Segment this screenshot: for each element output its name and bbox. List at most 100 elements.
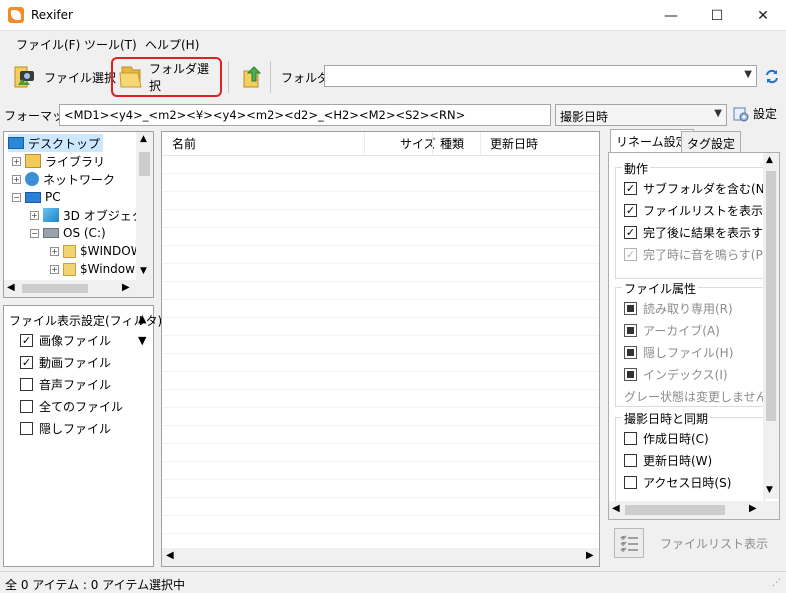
- option-show-file-list[interactable]: ファイルリストを表示する(F: [624, 202, 779, 219]
- toolbar-separator: [270, 61, 271, 93]
- checkbox[interactable]: [624, 182, 637, 195]
- option-include-subfolders[interactable]: サブフォルダを含む(N): [624, 180, 769, 197]
- checkbox[interactable]: [20, 334, 33, 347]
- refresh-icon[interactable]: [764, 67, 780, 85]
- file-list-display-label: ファイルリスト表示: [660, 536, 769, 551]
- menu-tools[interactable]: ツール(T): [84, 36, 137, 53]
- collapse-icon[interactable]: −: [12, 192, 21, 202]
- scroll-up-icon[interactable]: ▲: [766, 155, 773, 165]
- expand-icon[interactable]: +: [30, 210, 39, 220]
- library-icon: [25, 154, 41, 168]
- menu-help[interactable]: ヘルプ(H): [145, 36, 199, 53]
- tree-item-desktop[interactable]: デスクトップ: [8, 134, 104, 152]
- sync-modified-date[interactable]: 更新日時(W): [624, 452, 712, 469]
- sync-access-date[interactable]: アクセス日時(S): [624, 474, 731, 491]
- checkbox[interactable]: [624, 226, 637, 239]
- move-up-icon[interactable]: ▲: [138, 312, 146, 325]
- settings-button[interactable]: 設定: [733, 105, 777, 122]
- date-source-value: 撮影日時: [560, 110, 609, 124]
- checkbox[interactable]: [624, 432, 637, 445]
- scroll-left-icon[interactable]: ◀: [612, 503, 620, 514]
- chevron-down-icon[interactable]: ▼: [744, 69, 752, 80]
- folder-path-combobox[interactable]: ▼: [324, 65, 757, 87]
- maximize-button[interactable]: ☐: [694, 0, 740, 31]
- attribute-archive[interactable]: アーカイブ(A): [624, 322, 720, 339]
- checkbox[interactable]: [624, 476, 637, 489]
- menu-file[interactable]: ファイル(F): [16, 36, 80, 53]
- date-source-select[interactable]: 撮影日時 ▼: [555, 104, 727, 126]
- column-name[interactable]: 名前: [172, 132, 196, 154]
- attribute-readonly[interactable]: 読み取り専用(R): [624, 300, 733, 317]
- file-list: 名前 サイズ 種類 更新日時 ◀ ▶: [161, 131, 600, 567]
- tree-item-windows-bt[interactable]: + $WINDOW: [50, 242, 143, 260]
- filter-audio-files[interactable]: 音声ファイル: [20, 376, 111, 393]
- tree-item-windows-ws[interactable]: + $Window: [50, 260, 135, 278]
- folder-select-button[interactable]: フォルダ選択: [111, 57, 222, 97]
- checkbox[interactable]: [624, 324, 637, 337]
- settings-panel: リネーム設定 タグ設定 動作 サブフォルダを含む(N) ファイルリストを表示する…: [606, 129, 782, 521]
- collapse-icon[interactable]: −: [30, 228, 39, 238]
- sync-group-title: 撮影日時と同期: [622, 410, 711, 427]
- file-list-body[interactable]: [162, 156, 599, 544]
- filter-image-files[interactable]: 画像ファイル: [20, 332, 111, 349]
- scrollbar-thumb[interactable]: [766, 171, 776, 421]
- column-size[interactable]: サイズ: [400, 132, 436, 154]
- scroll-left-icon[interactable]: ◀: [7, 282, 15, 293]
- column-modified[interactable]: 更新日時: [490, 132, 538, 154]
- expand-icon[interactable]: +: [50, 264, 59, 274]
- sync-created-date[interactable]: 作成日時(C): [624, 430, 709, 447]
- checkbox[interactable]: [624, 454, 637, 467]
- scroll-down-icon[interactable]: ▼: [140, 266, 147, 276]
- folder-icon: [63, 262, 76, 276]
- settings-vertical-scrollbar[interactable]: ▲ ▼: [763, 153, 779, 499]
- checkbox[interactable]: [20, 422, 33, 435]
- format-input[interactable]: <MD1><y4>_<m2><¥><y4><m2><d2>_<H2><M2><S…: [59, 104, 551, 126]
- move-down-icon[interactable]: ▼: [138, 334, 146, 347]
- checkbox[interactable]: [624, 368, 637, 381]
- checkbox[interactable]: [624, 346, 637, 359]
- checkbox[interactable]: [20, 400, 33, 413]
- scroll-left-icon[interactable]: ◀: [166, 550, 174, 561]
- scrollbar-thumb[interactable]: [139, 152, 150, 176]
- scroll-up-icon[interactable]: ▲: [140, 134, 147, 144]
- scrollbar-thumb[interactable]: [22, 284, 88, 293]
- tab-tag-settings[interactable]: タグ設定: [681, 131, 742, 152]
- filter-all-files[interactable]: 全てのファイル: [20, 398, 123, 415]
- scrollbar-thumb[interactable]: [625, 505, 725, 515]
- checkbox[interactable]: [20, 378, 33, 391]
- settings-horizontal-scrollbar[interactable]: ◀ ▶: [609, 501, 779, 519]
- file-list-horizontal-scrollbar[interactable]: ◀ ▶: [162, 548, 599, 566]
- expand-icon[interactable]: +: [12, 174, 21, 184]
- tree-item-os-c[interactable]: − OS (C:): [30, 224, 106, 242]
- filter-panel: ファイル表示設定(フィルタ) ▲ ▼ 画像ファイル 動画ファイル 音声ファイル …: [3, 305, 162, 567]
- menu-bar: ファイル(F) ツール(T) ヘルプ(H): [0, 31, 786, 53]
- attribute-index[interactable]: インデックス(I): [624, 366, 728, 383]
- expand-icon[interactable]: +: [12, 156, 21, 166]
- column-type[interactable]: 種類: [440, 132, 464, 154]
- scroll-right-icon[interactable]: ▶: [586, 550, 594, 561]
- toolbar: ファイル選択 フォルダ選択 フォルダ ▼: [0, 53, 786, 101]
- resize-grip-icon[interactable]: ⋰: [772, 578, 781, 588]
- checkbox[interactable]: [624, 204, 637, 217]
- scroll-right-icon[interactable]: ▶: [122, 282, 130, 293]
- close-button[interactable]: ✕: [740, 0, 786, 31]
- file-select-label: ファイル選択: [44, 70, 117, 85]
- expand-icon[interactable]: +: [50, 246, 59, 256]
- file-select-button[interactable]: ファイル選択: [6, 57, 122, 97]
- rename-settings-content: 動作 サブフォルダを含む(N) ファイルリストを表示する(F 完了後に結果を表示…: [608, 152, 780, 520]
- checkbox[interactable]: [624, 302, 637, 315]
- option-show-result[interactable]: 完了後に結果を表示する: [624, 224, 775, 241]
- tree-item-pc[interactable]: − PC: [12, 188, 61, 206]
- tree-item-library[interactable]: + ライブラリ: [12, 152, 105, 170]
- parent-folder-button[interactable]: [234, 57, 272, 97]
- filter-video-files[interactable]: 動画ファイル: [20, 354, 111, 371]
- minimize-button[interactable]: —: [648, 0, 694, 31]
- attribute-hidden[interactable]: 隠しファイル(H): [624, 344, 733, 361]
- filter-hidden-files[interactable]: 隠しファイル: [20, 420, 111, 437]
- scroll-right-icon[interactable]: ▶: [749, 503, 757, 514]
- tree-item-network[interactable]: + ネットワーク: [12, 170, 115, 188]
- checkbox[interactable]: [20, 356, 33, 369]
- tree-vertical-scrollbar[interactable]: ▲ ▼: [136, 132, 153, 280]
- scroll-down-icon[interactable]: ▼: [766, 485, 773, 495]
- tree-horizontal-scrollbar[interactable]: ◀ ▶: [4, 280, 153, 297]
